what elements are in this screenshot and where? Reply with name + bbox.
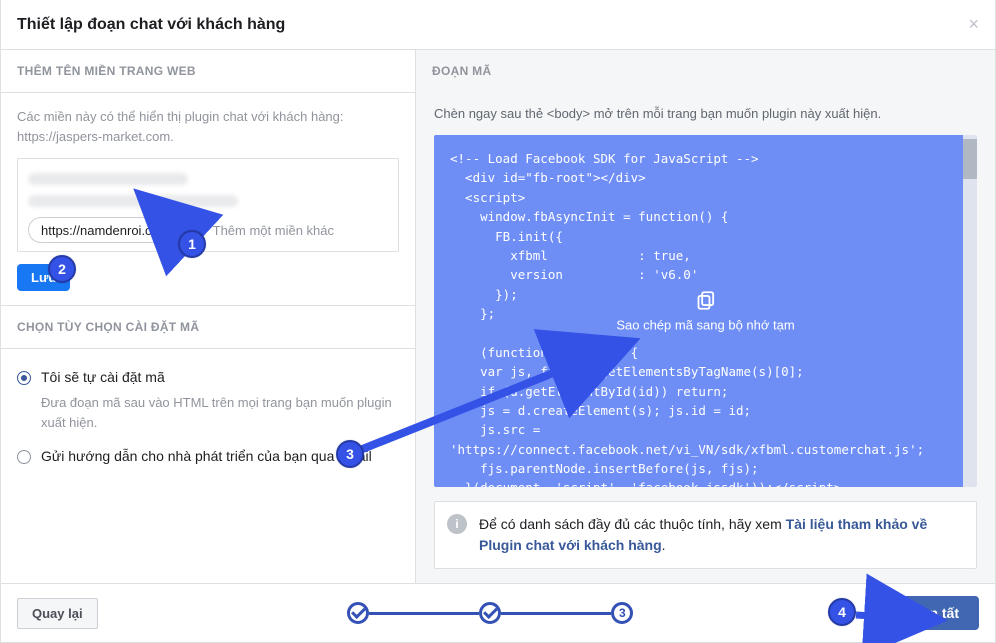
option-self-label: Tôi sẽ tự cài đặt mã — [41, 369, 165, 385]
redacted-domain-1 — [28, 173, 188, 185]
add-domain-input[interactable]: Thêm một miền khác — [213, 223, 334, 238]
options-section-header: CHỌN TÙY CHỌN CÀI ĐẶT MÃ — [1, 306, 415, 349]
code-section: Chèn ngay sau thẻ <body> mở trên mỗi tra… — [416, 92, 995, 583]
copy-overlay[interactable]: Sao chép mã sang bộ nhớ tạm — [616, 290, 794, 333]
domain-input-box: https://namdenroi.com ✕ Thêm một miền kh… — [17, 158, 399, 252]
option-self-install[interactable]: Tôi sẽ tự cài đặt mã — [17, 369, 399, 385]
step-bar-2 — [501, 612, 611, 615]
right-column: ĐOẠN MÃ Chèn ngay sau thẻ <body> mở trên… — [416, 50, 995, 583]
domain-chip[interactable]: https://namdenroi.com ✕ — [28, 217, 205, 243]
code-instruction: Chèn ngay sau thẻ <body> mở trên mỗi tra… — [434, 106, 977, 121]
redacted-domain-2 — [28, 195, 238, 207]
options-section: Tôi sẽ tự cài đặt mã Đưa đoạn mã sau vào… — [1, 349, 415, 486]
close-icon[interactable]: × — [968, 14, 979, 35]
remove-chip-icon[interactable]: ✕ — [178, 222, 194, 238]
code-snippet-box[interactable]: <!-- Load Facebook SDK for JavaScript --… — [434, 135, 977, 487]
info-callout: i Để có danh sách đầy đủ các thuộc tính,… — [434, 501, 977, 569]
dialog-header: Thiết lập đoạn chat với khách hàng × — [1, 0, 995, 50]
step-2-done — [479, 602, 501, 624]
save-button[interactable]: Lưu — [17, 264, 70, 291]
dialog-columns: THÊM TÊN MIỀN TRANG WEB Các miền này có … — [1, 50, 995, 583]
scrollbar-thumb[interactable] — [963, 139, 977, 179]
scrollbar-track[interactable] — [963, 135, 977, 487]
radio-selected-icon — [17, 371, 31, 385]
chat-plugin-setup-dialog: Thiết lập đoạn chat với khách hàng × THÊ… — [0, 0, 996, 643]
domains-hint: Các miền này có thể hiển thị plugin chat… — [17, 107, 399, 146]
finish-button[interactable]: Hoàn tất — [883, 596, 979, 630]
dialog-title: Thiết lập đoạn chat với khách hàng — [17, 16, 285, 34]
domain-chip-row: https://namdenroi.com ✕ Thêm một miền kh… — [28, 217, 388, 243]
back-button[interactable]: Quay lại — [17, 598, 98, 629]
step-bar-1 — [369, 612, 479, 615]
copy-icon — [694, 290, 716, 312]
option-email-dev[interactable]: Gửi hướng dẫn cho nhà phát triển của bạn… — [17, 448, 399, 464]
left-column: THÊM TÊN MIỀN TRANG WEB Các miền này có … — [1, 50, 416, 583]
code-section-header: ĐOẠN MÃ — [416, 50, 995, 92]
step-3-current: 3 — [611, 602, 633, 624]
step-indicator: 3 — [98, 602, 883, 624]
option-email-label: Gửi hướng dẫn cho nhà phát triển của bạn… — [41, 448, 372, 464]
domains-section: Các miền này có thể hiển thị plugin chat… — [1, 93, 415, 306]
dialog-footer: Quay lại 3 Hoàn tất — [1, 583, 995, 642]
copy-label: Sao chép mã sang bộ nhớ tạm — [616, 318, 794, 333]
domain-chip-text: https://namdenroi.com — [41, 223, 170, 238]
option-self-sub: Đưa đoạn mã sau vào HTML trên mọi trang … — [17, 393, 399, 432]
step-1-done — [347, 602, 369, 624]
info-text: Để có danh sách đầy đủ các thuộc tính, h… — [479, 514, 964, 556]
domains-section-header: THÊM TÊN MIỀN TRANG WEB — [1, 50, 415, 93]
radio-unselected-icon — [17, 450, 31, 464]
info-icon: i — [447, 514, 467, 534]
